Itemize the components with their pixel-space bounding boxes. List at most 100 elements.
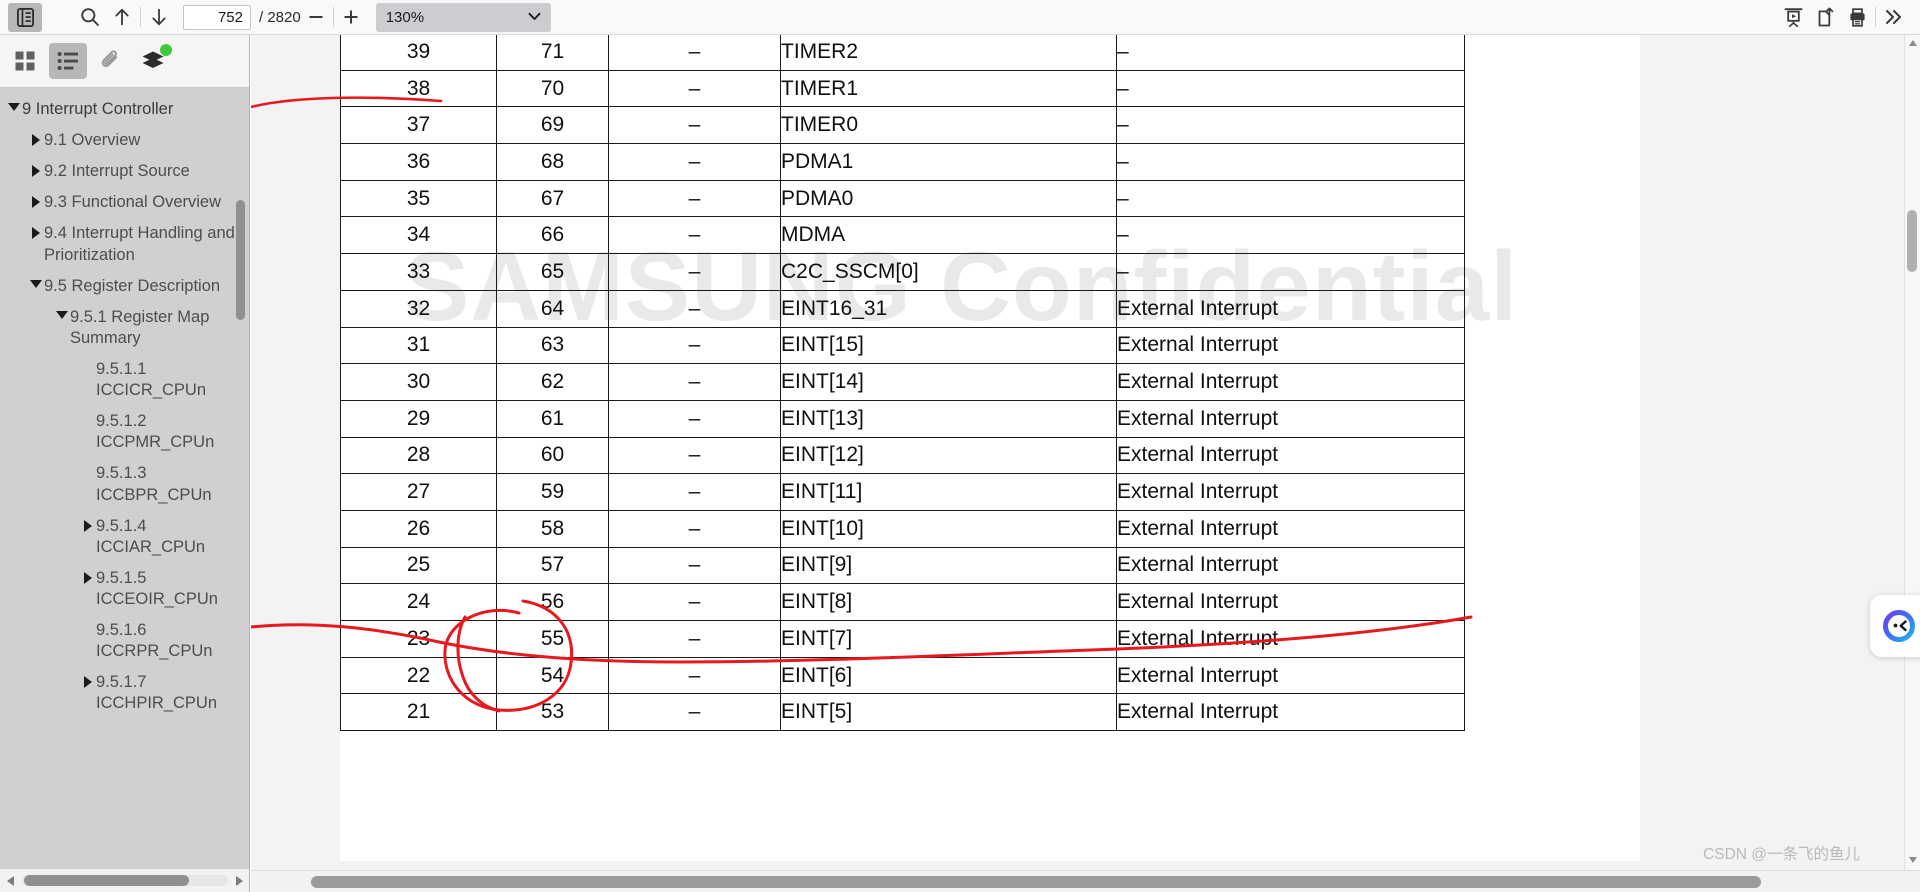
- table-cell-name: EINT[7]: [780, 620, 1117, 658]
- outline-item[interactable]: 9.4 Interrupt Handling and Prioritizatio…: [0, 218, 249, 270]
- sidebar-horizontal-scrollbar[interactable]: [0, 868, 249, 892]
- triangle-right-icon[interactable]: [80, 672, 96, 689]
- outline-item[interactable]: 9.5.1.2 ICCPMR_CPUn: [0, 406, 249, 458]
- sidebar-scroll-thumb[interactable]: [24, 875, 189, 886]
- table-cell-num: 32: [340, 289, 497, 328]
- zoom-level-select[interactable]: 130%: [375, 2, 551, 32]
- table-cell-irq: 55: [496, 620, 609, 658]
- outline-item[interactable]: 9 Interrupt Controller: [0, 94, 249, 125]
- table-cell-irq: 61: [496, 399, 609, 438]
- triangle-right-icon[interactable]: [80, 568, 96, 584]
- viewer-hscroll-thumb[interactable]: [311, 876, 1761, 888]
- zoom-out-button[interactable]: [301, 4, 331, 31]
- triangle-right-icon[interactable]: [28, 223, 44, 240]
- scroll-down-button[interactable]: [1905, 852, 1920, 868]
- table-cell-desc: External Interrupt: [1116, 546, 1465, 585]
- table-cell-name: TIMER2: [780, 35, 1117, 71]
- sidebar-tab-attachments[interactable]: [92, 43, 130, 79]
- outline-item[interactable]: 9.1 Overview: [0, 125, 249, 156]
- print-button[interactable]: [1842, 4, 1872, 31]
- previous-page-button[interactable]: [107, 4, 137, 31]
- outline-item[interactable]: 9.3 Functional Overview: [0, 187, 249, 218]
- viewer-horizontal-scrollbar[interactable]: [251, 870, 1920, 892]
- table-cell-num: 36: [340, 143, 497, 181]
- sidebar-scroll-left-button[interactable]: [0, 875, 22, 887]
- table-cell-irq: 60: [496, 436, 609, 475]
- table-cell-desc: External Interrupt: [1116, 509, 1465, 548]
- outline-no-toggle: [80, 359, 96, 363]
- open-file-button[interactable]: [1810, 4, 1840, 31]
- triangle-down-icon[interactable]: [6, 99, 22, 111]
- table-row: 34 66– MDMA –: [340, 216, 1465, 255]
- table-cell-num: 24: [340, 583, 497, 621]
- outline-item[interactable]: 9.2 Interrupt Source: [0, 156, 249, 187]
- table-cell-num: 39: [340, 35, 497, 71]
- sidebar-scroll-track[interactable]: [22, 875, 228, 886]
- interrupt-source-table: 39 71– TIMER2–38 70– TIMER1–37 69– TIMER0–36 68…: [340, 35, 1465, 732]
- table-cell-name: EINT[14]: [780, 363, 1117, 401]
- table-cell-desc: External Interrupt: [1116, 656, 1465, 695]
- outline-item-label: 9.5.1 Register Map Summary: [70, 307, 210, 347]
- sidebar-tab-layers[interactable]: [135, 43, 173, 79]
- table-cell-dash: –: [608, 583, 781, 621]
- outline-item[interactable]: 9.5.1.7 ICCHPIR_CPUn: [0, 667, 249, 719]
- table-cell-num: 28: [340, 436, 497, 475]
- table-cell-irq: 67: [496, 179, 609, 218]
- toolbar-divider-2: [332, 7, 334, 27]
- outline-item[interactable]: 9.5.1 Register Map Summary: [0, 302, 249, 354]
- sidebar-scroll-right-button[interactable]: [228, 875, 249, 887]
- next-page-button[interactable]: [144, 4, 174, 31]
- viewer-scroll-thumb[interactable]: [1907, 210, 1917, 272]
- sidebar-tab-outline[interactable]: [49, 43, 87, 79]
- table-row: 36 68– PDMA1–: [340, 143, 1465, 181]
- outline-item[interactable]: 9.5.1.6 ICCRPR_CPUn: [0, 615, 249, 667]
- table-cell-name: PDMA0: [780, 179, 1117, 218]
- triangle-down-icon[interactable]: [28, 276, 44, 288]
- triangle-down-icon[interactable]: [54, 307, 70, 319]
- find-button[interactable]: [75, 4, 105, 31]
- table-cell-name: TIMER1: [780, 69, 1117, 108]
- table-row: 23 55– EINT[7] External Interrupt: [340, 620, 1465, 658]
- outline-item-label: 9.4 Interrupt Handling and Prioritizatio…: [44, 224, 235, 264]
- outline-item-label: 9.5.1.5 ICCEOIR_CPUn: [96, 568, 218, 608]
- table-cell-num: 26: [340, 509, 497, 548]
- sidebar-vertical-scrollbar-thumb[interactable]: [236, 200, 245, 320]
- table-cell-name: EINT[9]: [780, 546, 1117, 585]
- toolbar-divider-1: [140, 7, 141, 27]
- outline-item[interactable]: 9.5 Register Description: [0, 271, 249, 302]
- presentation-mode-button[interactable]: [1778, 4, 1808, 31]
- floating-assistant-widget[interactable]: [1870, 595, 1920, 657]
- outline-item[interactable]: 9.5.1.5 ICCEOIR_CPUn: [0, 563, 249, 615]
- page-number-input[interactable]: [183, 4, 251, 30]
- outline-no-toggle: [80, 463, 96, 467]
- table-cell-num: 27: [340, 473, 497, 511]
- table-cell-desc: External Interrupt: [1116, 583, 1465, 621]
- outline-item-label: 9.3 Functional Overview: [44, 193, 221, 212]
- table-cell-num: 29: [340, 399, 497, 438]
- outline-item[interactable]: 9.5.1.1 ICCICR_CPUn: [0, 354, 249, 406]
- outline-item-label: 9.5.1.1 ICCICR_CPUn: [96, 359, 207, 400]
- outline-item[interactable]: 9.5.1.4 ICCIAR_CPUn: [0, 511, 249, 563]
- viewer-vertical-scrollbar[interactable]: [1904, 35, 1920, 892]
- table-cell-dash: –: [608, 509, 781, 548]
- scroll-up-button[interactable]: [1905, 35, 1920, 51]
- table-cell-num: 38: [340, 69, 497, 108]
- table-row: 29 61– EINT[13] External Interrupt: [340, 399, 1465, 438]
- table-row: 39 71– TIMER2–: [340, 35, 1465, 71]
- table-cell-dash: –: [608, 69, 781, 108]
- sidebar-tab-thumbnails[interactable]: [6, 43, 44, 79]
- more-tools-button[interactable]: [1879, 4, 1909, 31]
- outline-item[interactable]: 9.5.1.3 ICCBPR_CPUn: [0, 458, 249, 510]
- pdf-viewer[interactable]: SAMSUNG Confidential 39 71– TIMER2–38 70– TI…: [251, 35, 1920, 892]
- document-outline-tree[interactable]: 9 Interrupt Controller 9.1 Overview 9.2 In…: [0, 88, 249, 859]
- page-number-group: / 2820: [183, 4, 301, 30]
- triangle-right-icon[interactable]: [80, 516, 96, 532]
- sidebar-toggle-button[interactable]: [8, 2, 42, 32]
- table-cell-dash: –: [608, 399, 781, 438]
- outline-item-label: 9.5.1.2 ICCPMR_CPUn: [96, 412, 215, 452]
- zoom-in-button[interactable]: [336, 4, 366, 31]
- csdn-credit-watermark: CSDN @一条飞的鱼儿: [1703, 846, 1860, 863]
- triangle-right-icon[interactable]: [28, 192, 44, 209]
- triangle-right-icon[interactable]: [28, 130, 44, 147]
- triangle-right-icon[interactable]: [28, 161, 44, 178]
